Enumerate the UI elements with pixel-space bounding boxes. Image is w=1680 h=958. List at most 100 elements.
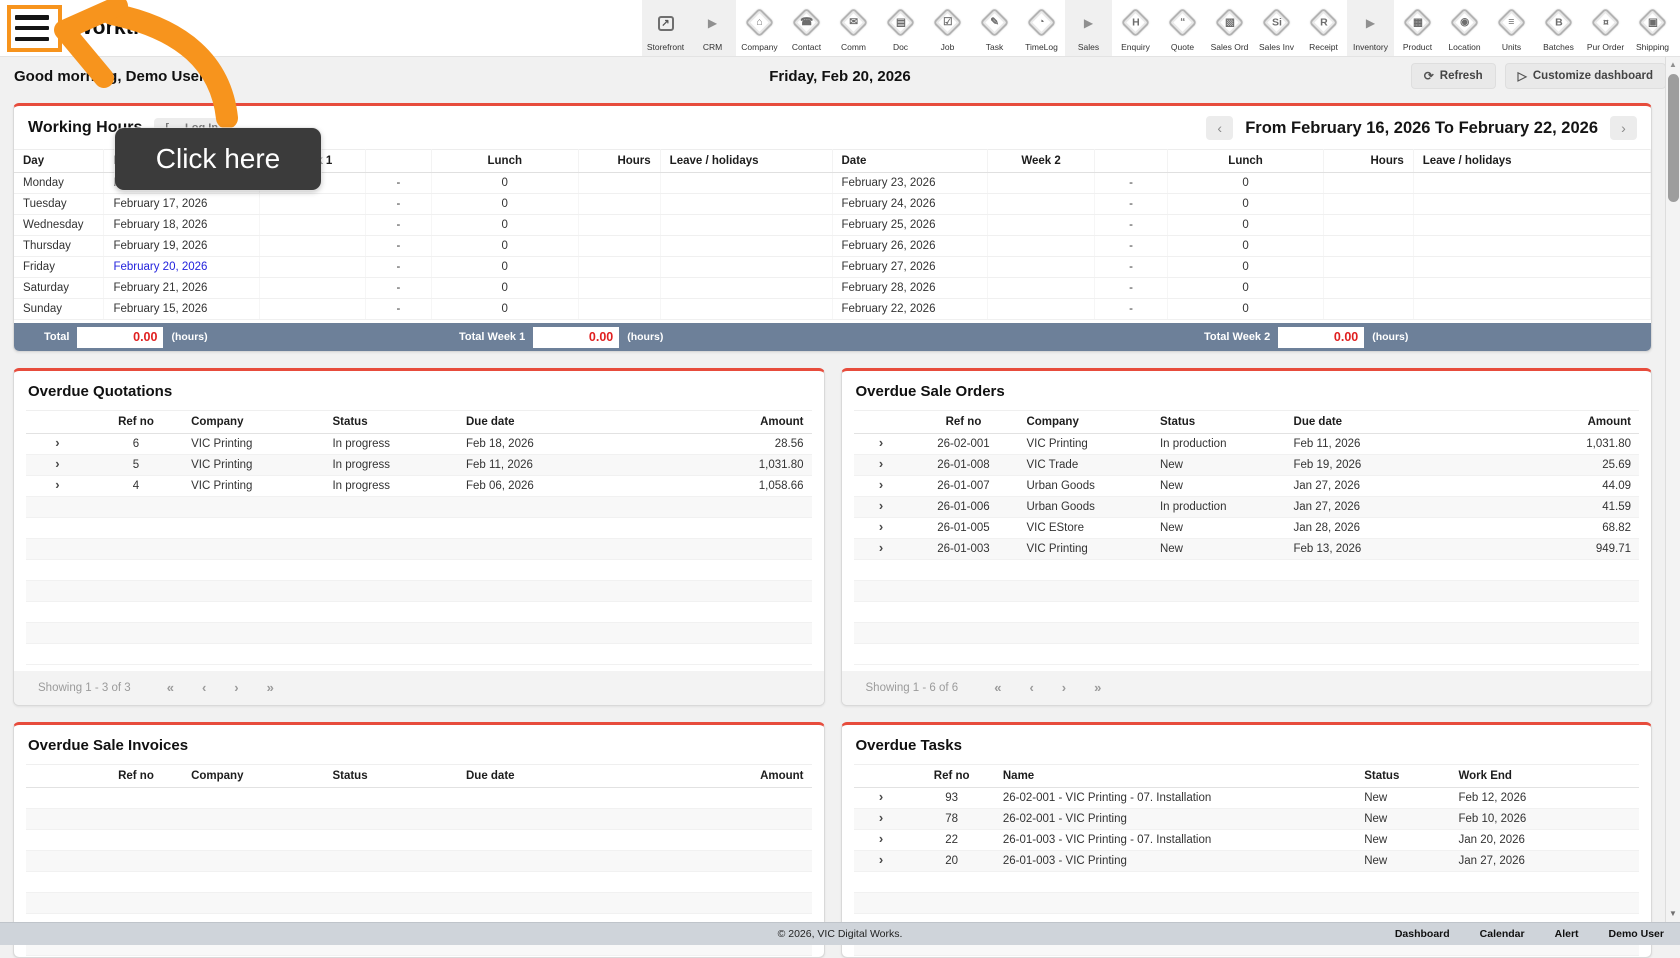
column-header: Week 2 (988, 150, 1094, 173)
working-hours-row: February 26, 2026-0 (833, 236, 1651, 257)
today-date-link[interactable]: February 20, 2026 (113, 261, 207, 273)
toolbar-item-label: Inventory (1353, 42, 1388, 52)
toolbar-item-pur-order[interactable]: ¤Pur Order (1582, 0, 1629, 56)
previous-week-button[interactable]: ‹ (1206, 116, 1233, 140)
expand-row-icon[interactable]: › (879, 789, 883, 804)
expand-row-icon[interactable]: › (879, 477, 883, 492)
expand-row-icon[interactable]: › (879, 456, 883, 471)
working-hours-week2-table: DateWeek 2LunchHoursLeave / holidaysFebr… (833, 149, 1652, 320)
toolbar-item-location[interactable]: ◉Location (1441, 0, 1488, 56)
hours-suffix: (hours) (1372, 331, 1408, 343)
empty-row (854, 581, 1640, 602)
prev-page-icon[interactable]: ‹ (1015, 680, 1047, 695)
toolbar-item-sales-ord[interactable]: ▧Sales Ord (1206, 0, 1253, 56)
footer-link-demo-user[interactable]: Demo User (1609, 928, 1664, 940)
column-header: Ref no (908, 765, 994, 788)
toolbar-item-label: TimeLog (1025, 42, 1058, 52)
hamburger-menu-icon[interactable] (15, 13, 49, 43)
toolbar-item-timelog[interactable]: ◔TimeLog (1018, 0, 1065, 56)
table-row: ›26-01-005VIC EStoreNewJan 28, 202668.82 (854, 518, 1640, 539)
shipping-icon: ▣ (1638, 8, 1668, 38)
expand-row-icon[interactable]: › (55, 477, 59, 492)
next-week-button[interactable]: › (1610, 116, 1637, 140)
toolbar-item-batches[interactable]: BBatches (1535, 0, 1582, 56)
working-hours-row: February 27, 2026-0 (833, 257, 1651, 278)
toolbar-item-inventory[interactable]: ▶ Inventory (1347, 0, 1394, 56)
toolbar-item-units[interactable]: ≡Units (1488, 0, 1535, 56)
footer-link-alert[interactable]: Alert (1555, 928, 1579, 940)
contact-icon: ☎ (792, 8, 822, 38)
empty-row (26, 518, 812, 539)
expand-row-icon[interactable]: › (879, 540, 883, 555)
toolbar-item-task[interactable]: ✎Task (971, 0, 1018, 56)
toolbar-item-storefront[interactable]: ↗Storefront (642, 0, 689, 56)
working-hours-row: February 25, 2026-0 (833, 215, 1651, 236)
footer-link-calendar[interactable]: Calendar (1480, 928, 1525, 940)
expand-row-icon[interactable]: › (879, 831, 883, 846)
toolbar-item-sales[interactable]: ▶Sales (1065, 0, 1112, 56)
column-header (1094, 150, 1168, 173)
working-hours-row: February 24, 2026-0 (833, 194, 1651, 215)
toolbar-item-job[interactable]: ☑Job (924, 0, 971, 56)
sales-inv-icon: Si (1262, 8, 1292, 38)
table-row: ›26-01-008VIC TradeNewFeb 19, 202625.69 (854, 455, 1640, 476)
product-icon: ▦ (1403, 8, 1433, 38)
customize-dashboard-button[interactable]: ▷ Customize dashboard (1505, 63, 1666, 89)
enquiry-icon: H (1121, 8, 1151, 38)
toolbar-item-crm[interactable]: ▶CRM (689, 0, 736, 56)
column-header: Lunch (1168, 150, 1323, 173)
expand-row-icon[interactable]: › (879, 498, 883, 513)
toolbar-item-label: Batches (1543, 42, 1574, 52)
last-page-icon[interactable]: » (1080, 680, 1115, 695)
prev-page-icon[interactable]: ‹ (188, 680, 220, 695)
toolbar-item-label: Quote (1171, 42, 1194, 52)
toolbar-item-shipping[interactable]: ▣ Shipping (1629, 0, 1676, 56)
units-icon: ≡ (1497, 8, 1527, 38)
scroll-down-icon[interactable]: ▼ (1669, 909, 1677, 918)
refresh-button[interactable]: ⟳ Refresh (1411, 63, 1496, 89)
top-bar: Worktrag ↗Storefront▶CRM⌂Company☎Contact… (0, 0, 1680, 57)
column-header (854, 765, 909, 788)
empty-row (26, 560, 812, 581)
toolbar-item-doc[interactable]: ▤Doc (877, 0, 924, 56)
footer-bar: © 2026, VIC Digital Works. Dashboard Cal… (0, 922, 1680, 945)
inventory-icon: ▶ (1366, 16, 1375, 30)
toolbar-item-comm[interactable]: ✉Comm (830, 0, 877, 56)
scrollbar-thumb[interactable] (1668, 74, 1679, 202)
toolbar-item-product[interactable]: ▦Product (1394, 0, 1441, 56)
toolbar-item-label: Shipping (1636, 42, 1669, 52)
total-hours-input[interactable] (77, 327, 163, 348)
empty-row (854, 893, 1640, 914)
column-header: Status (324, 411, 458, 434)
job-icon: ☑ (933, 8, 963, 38)
first-page-icon[interactable]: « (980, 680, 1015, 695)
toolbar-item-receipt[interactable]: RReceipt (1300, 0, 1347, 56)
toolbar-item-quote[interactable]: “Quote (1159, 0, 1206, 56)
expand-row-icon[interactable]: › (879, 519, 883, 534)
week-range-label: From February 16, 2026 To February 22, 2… (1245, 119, 1598, 138)
total-week1-input[interactable] (533, 327, 619, 348)
toolbar-item-contact[interactable]: ☎Contact (783, 0, 830, 56)
empty-row (26, 809, 812, 830)
next-page-icon[interactable]: › (1048, 680, 1080, 695)
expand-row-icon[interactable]: › (879, 810, 883, 825)
working-hours-totals-bar: Total (hours) Total Week 1 (hours) Total… (14, 323, 1651, 351)
task-icon: ✎ (980, 8, 1010, 38)
expand-row-icon[interactable]: › (55, 435, 59, 450)
expand-row-icon[interactable]: › (879, 435, 883, 450)
table-row: ›26-01-007Urban GoodsNewJan 27, 202644.0… (854, 476, 1640, 497)
total-week2-label: Total Week 2 (1204, 331, 1270, 343)
scroll-up-icon[interactable]: ▲ (1669, 60, 1677, 69)
toolbar-item-company[interactable]: ⌂Company (736, 0, 783, 56)
first-page-icon[interactable]: « (153, 680, 188, 695)
expand-row-icon[interactable]: › (879, 852, 883, 867)
toolbar-item-sales-inv[interactable]: SiSales Inv (1253, 0, 1300, 56)
toolbar-item-enquiry[interactable]: HEnquiry (1112, 0, 1159, 56)
column-header: Hours (1323, 150, 1413, 173)
footer-link-dashboard[interactable]: Dashboard (1395, 928, 1450, 940)
next-page-icon[interactable]: › (220, 680, 252, 695)
last-page-icon[interactable]: » (253, 680, 288, 695)
expand-row-icon[interactable]: › (55, 456, 59, 471)
vertical-scrollbar[interactable]: ▲ ▼ (1665, 57, 1680, 922)
total-week2-input[interactable] (1278, 327, 1364, 348)
